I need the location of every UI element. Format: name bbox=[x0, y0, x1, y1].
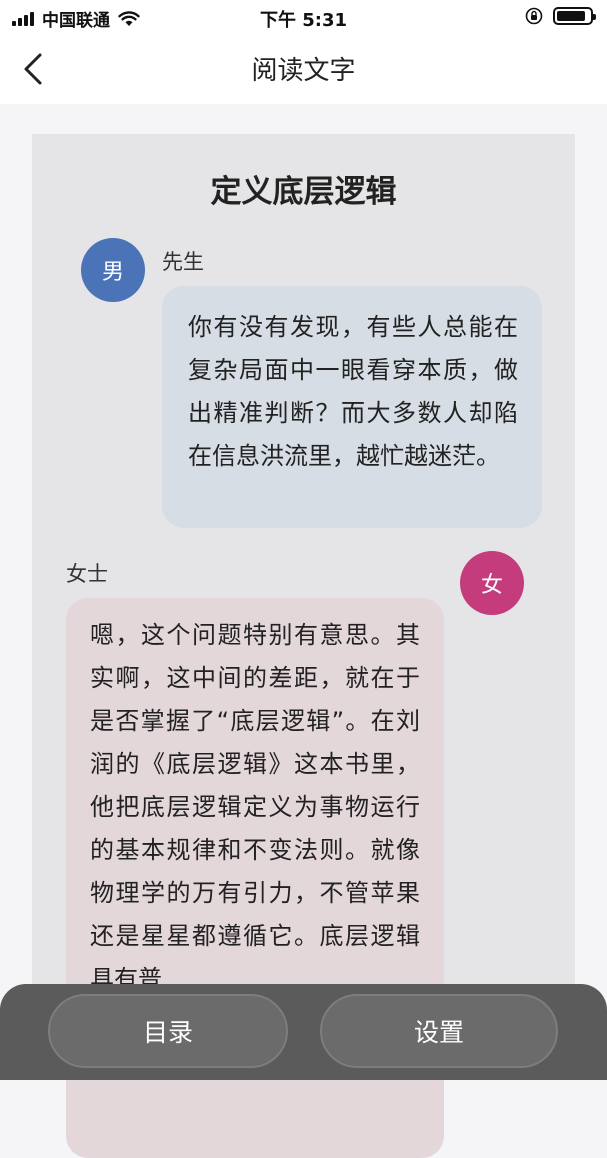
nav-bar: 阅读文字 bbox=[0, 34, 607, 104]
speaker-name-male: 先生 bbox=[162, 250, 204, 274]
status-time: 下午 5:31 bbox=[259, 10, 348, 31]
battery-icon bbox=[553, 7, 596, 25]
avatar-male: 男 bbox=[81, 238, 145, 302]
page-title: 阅读文字 bbox=[251, 56, 356, 86]
speaker-name-female: 女士 bbox=[66, 562, 108, 586]
message-bubble-male: 你有没有发现，有些人总能在复杂局面中一眼看穿本质，做出精准判断？而大多数人却陷在… bbox=[162, 286, 542, 528]
article-title: 定义底层逻辑 bbox=[210, 174, 397, 210]
settings-button[interactable]: 设置 bbox=[320, 994, 558, 1068]
table-of-contents-button[interactable]: 目录 bbox=[48, 994, 288, 1068]
avatar-female: 女 bbox=[460, 551, 524, 615]
status-bar: 中国联通 下午 5:31 bbox=[0, 0, 607, 34]
status-right bbox=[525, 7, 596, 25]
orientation-lock-icon bbox=[525, 7, 543, 25]
reading-page[interactable]: 定义底层逻辑 男 先生 你有没有发现，有些人总能在复杂局面中一眼看穿本质，做出精… bbox=[32, 134, 575, 1158]
bottom-bar: 目录 设置 bbox=[0, 984, 607, 1080]
